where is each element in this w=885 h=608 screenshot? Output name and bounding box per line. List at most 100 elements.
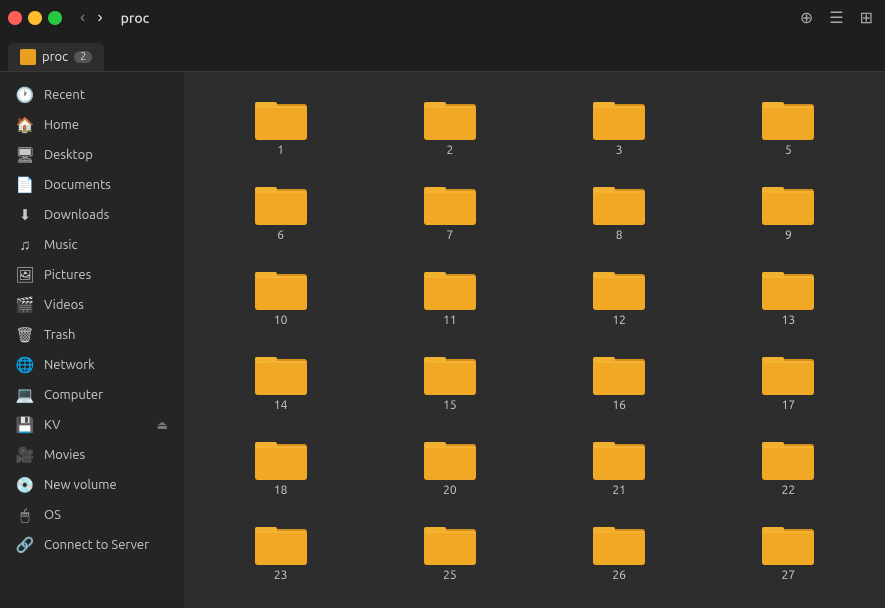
folder-13[interactable]: 13 [708,258,869,335]
folder-18[interactable]: 18 [200,428,361,505]
sidebar-item-label-os: OS [44,508,168,522]
folder-icon-25 [424,521,476,565]
sidebar-item-recent[interactable]: 🕐Recent [0,80,184,110]
sidebar-item-new-volume[interactable]: 💿New volume [0,470,184,500]
music-icon: ♫ [16,236,34,254]
tabbar: proc 2 [0,36,885,72]
sidebar-item-music[interactable]: ♫ Music [0,230,184,260]
folder-16[interactable]: 16 [539,343,700,420]
location-icon-button[interactable]: ⊕ [796,6,817,30]
sidebar-item-trash[interactable]: 🗑Trash [0,320,184,350]
close-button[interactable] [8,11,22,25]
home-icon: 🏠 [16,116,34,134]
sidebar-item-label-pictures: Pictures [44,268,168,282]
folder-31[interactable]: 31 [708,598,869,608]
sidebar-item-network[interactable]: 🌐Network [0,350,184,380]
sidebar-item-videos[interactable]: 🎬Videos [0,290,184,320]
sidebar-item-connect-to-server[interactable]: 🔗Connect to Server [0,530,184,560]
desktop-icon: 🖥 [16,146,34,164]
folder-label-17: 17 [782,399,796,412]
tab-proc[interactable]: proc 2 [8,43,104,71]
kv-icon: 💾 [16,416,34,434]
folder-1[interactable]: 1 [200,88,361,165]
folder-23[interactable]: 23 [200,513,361,590]
folder-6[interactable]: 6 [200,173,361,250]
eject-icon-kv[interactable]: ⏏ [157,418,168,432]
folder-26[interactable]: 26 [539,513,700,590]
folder-27[interactable]: 27 [708,513,869,590]
titlebar: ‹ › proc ⊕ ☰ ⊞ [0,0,885,36]
sidebar-item-documents[interactable]: 📄Documents [0,170,184,200]
back-button[interactable]: ‹ [76,9,89,27]
folder-2[interactable]: 2 [369,88,530,165]
window-controls [8,11,62,25]
folder-icon-16 [593,351,645,395]
forward-button[interactable]: › [93,9,106,27]
folder-label-27: 27 [782,569,796,582]
folder-label-12: 12 [612,314,626,327]
folder-12[interactable]: 12 [539,258,700,335]
sidebar-item-downloads[interactable]: ⬇Downloads [0,200,184,230]
folder-20[interactable]: 20 [369,428,530,505]
folder-7[interactable]: 7 [369,173,530,250]
folder-9[interactable]: 9 [708,173,869,250]
folder-icon-11 [424,266,476,310]
folder-label-20: 20 [443,484,457,497]
folder-5[interactable]: 5 [708,88,869,165]
folder-label-10: 10 [274,314,288,327]
folder-label-21: 21 [612,484,626,497]
folder-label-25: 25 [443,569,457,582]
folder-label-11: 11 [443,314,457,327]
folder-label-5: 5 [785,144,792,157]
grid-view-button[interactable]: ⊞ [856,6,877,30]
folder-17[interactable]: 17 [708,343,869,420]
folder-30[interactable]: 30 [539,598,700,608]
sidebar-item-label-new-volume: New volume [44,478,168,492]
folder-25[interactable]: 25 [369,513,530,590]
folder-15[interactable]: 15 [369,343,530,420]
folder-label-16: 16 [612,399,626,412]
maximize-button[interactable] [48,11,62,25]
folder-label-26: 26 [612,569,626,582]
folder-icon-18 [255,436,307,480]
list-view-button[interactable]: ☰ [825,6,847,30]
folder-14[interactable]: 14 [200,343,361,420]
folder-label-1: 1 [277,144,284,157]
sidebar-item-label-music: Music [44,238,168,252]
folder-11[interactable]: 11 [369,258,530,335]
sidebar-item-desktop[interactable]: 🖥Desktop [0,140,184,170]
folder-22[interactable]: 22 [708,428,869,505]
folder-icon-23 [255,521,307,565]
minimize-button[interactable] [28,11,42,25]
folder-icon-10 [255,266,307,310]
folder-icon-26 [593,521,645,565]
sidebar-item-label-home: Home [44,118,168,132]
folder-icon-6 [255,181,307,225]
sidebar-item-os[interactable]: 🖱OS [0,500,184,530]
folder-label-18: 18 [274,484,288,497]
titlebar-nav: ‹ › [76,9,107,27]
sidebar-item-label-recent: Recent [44,88,168,102]
folder-icon-21 [593,436,645,480]
folder-icon-9 [762,181,814,225]
folder-21[interactable]: 21 [539,428,700,505]
folder-label-7: 7 [446,229,453,242]
sidebar-item-kv[interactable]: 💾KV⏏ [0,410,184,440]
folder-icon-15 [424,351,476,395]
sidebar: 🕐Recent 🏠 Home 🖥Desktop📄Documents⬇Downloads… [0,72,184,608]
folder-29[interactable]: 29 [369,598,530,608]
folder-icon-3 [593,96,645,140]
sidebar-item-home[interactable]: 🏠 Home [0,110,184,140]
sidebar-item-label-computer: Computer [44,388,168,402]
sidebar-item-label-connect-to-server: Connect to Server [44,538,168,552]
folder-3[interactable]: 3 [539,88,700,165]
folder-10[interactable]: 10 [200,258,361,335]
folder-icon-8 [593,181,645,225]
content-area: 1 2 3 5 6 [184,72,885,608]
sidebar-item-pictures[interactable]: 🖼Pictures [0,260,184,290]
folder-icon-27 [762,521,814,565]
sidebar-item-computer[interactable]: 💻Computer [0,380,184,410]
folder-28[interactable]: 28 [200,598,361,608]
sidebar-item-movies[interactable]: 🎥Movies [0,440,184,470]
folder-8[interactable]: 8 [539,173,700,250]
